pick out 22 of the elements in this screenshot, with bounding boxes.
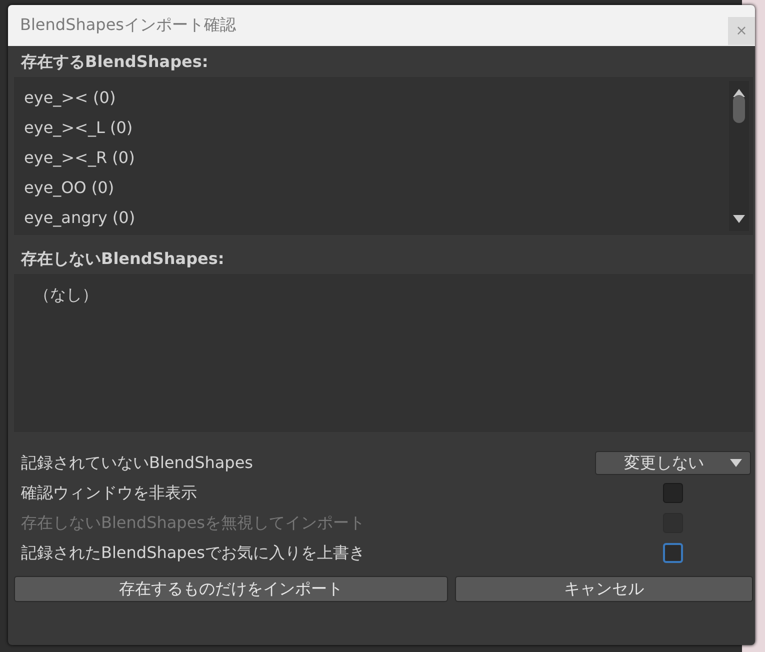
scrollbar[interactable] (729, 81, 749, 231)
section-label: 存在するBlendShapes: (20, 51, 210, 73)
list-item: eye_angry (0) (24, 207, 136, 229)
list-item: （なし） (34, 284, 99, 306)
option-label: 確認ウィンドウを非表示 (20, 482, 197, 504)
import-button[interactable]: 存在するものだけをインポート (14, 576, 448, 602)
list-item: eye_><_R (0) (24, 147, 136, 169)
cancel-button[interactable]: キャンセル (455, 576, 753, 602)
checkbox[interactable] (663, 483, 683, 503)
caret-icon[interactable] (730, 459, 742, 467)
window-title: BlendShapesインポート確認 (20, 15, 236, 36)
section-label: 存在しないBlendShapes: (20, 248, 226, 270)
scroll-thumb[interactable] (733, 95, 745, 123)
list-item: eye_><_L (0) (24, 117, 134, 139)
list-item: eye_OO (0) (24, 177, 116, 199)
dropdown[interactable]: 変更しない (595, 451, 751, 475)
checkbox[interactable] (663, 543, 683, 563)
list-item: eye_>< (0) (24, 87, 117, 109)
option-label: 存在しないBlendShapesを無視してインポート (20, 512, 365, 534)
scroll-down-icon[interactable] (733, 215, 745, 223)
option-label: 記録されていないBlendShapes (20, 452, 253, 474)
option-label: 記録されたBlendShapesでお気に入りを上書き (20, 542, 365, 564)
